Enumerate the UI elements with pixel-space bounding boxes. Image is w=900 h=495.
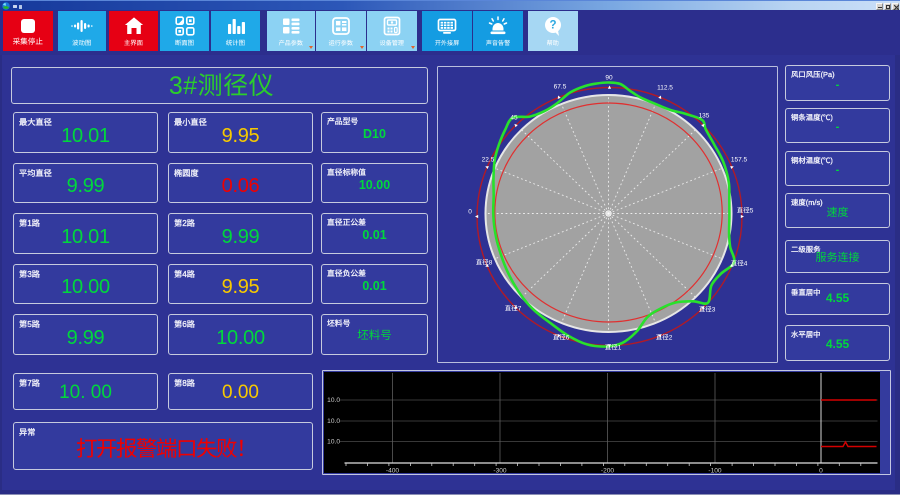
svg-text:直径1: 直径1 xyxy=(605,343,622,351)
svg-text:直径4: 直径4 xyxy=(731,259,748,267)
svg-text:0: 0 xyxy=(819,467,823,473)
svg-text:22.5: 22.5 xyxy=(482,156,495,163)
svg-text:直径7: 直径7 xyxy=(505,304,522,312)
svg-text:直径8: 直径8 xyxy=(476,258,493,266)
svg-text:135: 135 xyxy=(699,112,710,119)
svg-text:112.5: 112.5 xyxy=(657,84,673,91)
svg-text:-100: -100 xyxy=(708,467,722,473)
svg-text:45: 45 xyxy=(510,114,518,121)
svg-text:-400: -400 xyxy=(386,467,400,473)
svg-text:157.5: 157.5 xyxy=(731,156,748,163)
svg-text:0: 0 xyxy=(468,208,472,215)
svg-text:?: ? xyxy=(549,19,556,31)
svg-text:直径2: 直径2 xyxy=(656,333,673,341)
svg-text:90: 90 xyxy=(605,74,613,81)
svg-text:10.0: 10.0 xyxy=(327,397,340,404)
svg-text:直径5: 直径5 xyxy=(737,206,754,214)
svg-text:67.5: 67.5 xyxy=(554,83,567,90)
svg-text:-200: -200 xyxy=(601,467,615,473)
svg-text:10.0: 10.0 xyxy=(327,418,340,425)
svg-text:-300: -300 xyxy=(493,467,507,473)
svg-text:直径3: 直径3 xyxy=(699,305,716,313)
svg-text:10.0: 10.0 xyxy=(327,438,340,445)
svg-text:直径6: 直径6 xyxy=(553,333,570,341)
